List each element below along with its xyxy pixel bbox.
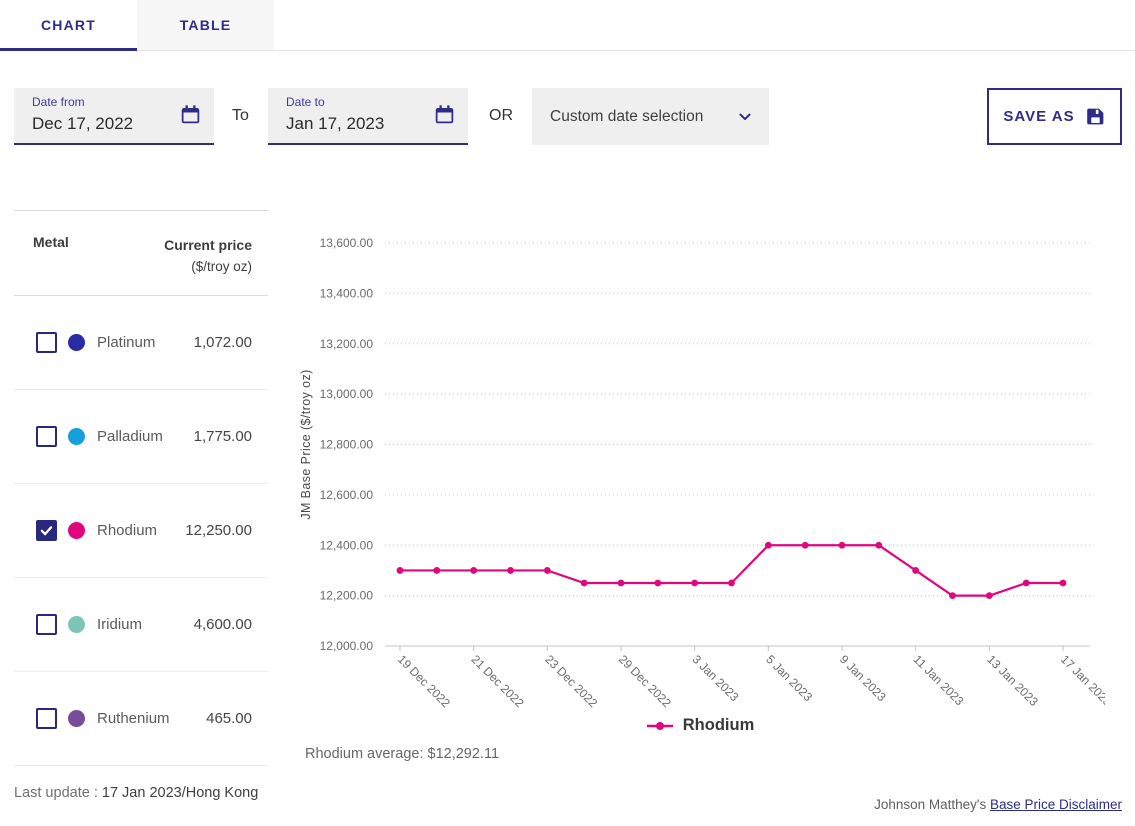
legend-label: Rhodium (683, 716, 755, 735)
metal-name: Palladium (97, 428, 163, 445)
price-line-chart: 12,000.00 12,200.00 12,400.00 12,600.00 12,8… (295, 228, 1105, 718)
platinum-checkbox[interactable] (36, 332, 57, 353)
svg-text:13 Jan 2023: 13 Jan 2023 (984, 652, 1041, 709)
disclaimer-attribution: Johnson Matthey's Base Price Disclaimer (874, 797, 1122, 812)
date-to-field[interactable]: Date to Jan 17, 2023 (268, 88, 468, 145)
rhodium-color-dot (68, 522, 85, 539)
save-as-label: SAVE AS (1003, 108, 1074, 125)
metal-row-platinum: Platinum 1,072.00 (14, 296, 268, 390)
chevron-down-icon (735, 107, 755, 127)
or-label: OR (489, 107, 513, 125)
tab-chart-label: CHART (41, 17, 96, 33)
platinum-color-dot (68, 334, 85, 351)
save-as-button[interactable]: SAVE AS (987, 88, 1122, 145)
palladium-checkbox[interactable] (36, 426, 57, 447)
svg-text:12,800.00: 12,800.00 (320, 438, 374, 452)
calendar-icon[interactable] (180, 104, 201, 125)
date-to-value: Jan 17, 2023 (286, 114, 384, 134)
svg-text:12,600.00: 12,600.00 (320, 488, 374, 502)
tab-chart[interactable]: CHART (0, 0, 137, 50)
metal-price: 465.00 (206, 710, 252, 727)
metal-name: Platinum (97, 334, 155, 351)
metal-price: 1,072.00 (194, 334, 252, 351)
date-to-label: Date to (286, 95, 325, 109)
dropdown-selected-value: Custom date selection (550, 108, 703, 126)
last-update-text: Last update : 17 Jan 2023/Hong Kong (14, 785, 258, 801)
metal-price: 4,600.00 (194, 616, 252, 633)
palladium-color-dot (68, 428, 85, 445)
tab-table-label: TABLE (180, 17, 232, 33)
svg-text:29 Dec 2022: 29 Dec 2022 (616, 652, 674, 710)
svg-text:13,600.00: 13,600.00 (320, 236, 374, 250)
svg-text:3 Jan 2023: 3 Jan 2023 (690, 652, 742, 704)
svg-text:23 Dec 2022: 23 Dec 2022 (542, 652, 600, 710)
svg-text:11 Jan 2023: 11 Jan 2023 (911, 652, 967, 708)
calendar-icon[interactable] (434, 104, 455, 125)
metal-row-palladium: Palladium 1,775.00 (14, 390, 268, 484)
metal-name: Rhodium (97, 522, 157, 539)
check-icon (38, 522, 55, 539)
metals-table: Metal Current price ($/troy oz) Platinum… (14, 210, 268, 766)
metal-price: 12,250.00 (185, 522, 252, 539)
custom-date-dropdown[interactable]: Custom date selection (532, 88, 769, 145)
svg-text:JM Base Price ($/troy oz): JM Base Price ($/troy oz) (299, 369, 313, 519)
svg-text:17 Jan 2023: 17 Jan 2023 (1058, 652, 1105, 709)
ruthenium-checkbox[interactable] (36, 708, 57, 729)
column-header-current-price: Current price ($/troy oz) (164, 234, 252, 278)
rhodium-checkbox[interactable] (36, 520, 57, 541)
metals-table-header: Metal Current price ($/troy oz) (14, 211, 268, 296)
svg-text:12,400.00: 12,400.00 (320, 538, 374, 552)
svg-text:13,400.00: 13,400.00 (320, 286, 374, 300)
average-price-text: Rhodium average: $12,292.11 (305, 746, 499, 762)
svg-text:13,200.00: 13,200.00 (320, 337, 374, 351)
column-header-metal: Metal (33, 234, 69, 250)
legend-marker-icon (646, 720, 674, 732)
base-price-disclaimer-link[interactable]: Base Price Disclaimer (990, 797, 1122, 812)
date-from-field[interactable]: Date from Dec 17, 2022 (14, 88, 214, 145)
save-icon (1085, 106, 1106, 127)
date-from-label: Date from (32, 95, 85, 109)
metal-price: 1,775.00 (194, 428, 252, 445)
metal-prices-page: CHART TABLE Date from Dec 17, 2022 To Da… (0, 0, 1135, 826)
svg-text:12,000.00: 12,000.00 (320, 639, 374, 653)
metal-row-ruthenium: Ruthenium 465.00 (14, 672, 268, 766)
svg-text:19 Dec 2022: 19 Dec 2022 (395, 652, 453, 710)
iridium-checkbox[interactable] (36, 614, 57, 635)
metal-row-iridium: Iridium 4,600.00 (14, 578, 268, 672)
metal-name: Iridium (97, 616, 142, 633)
svg-text:9 Jan 2023: 9 Jan 2023 (837, 652, 889, 704)
tab-table[interactable]: TABLE (137, 0, 274, 50)
svg-text:5 Jan 2023: 5 Jan 2023 (763, 652, 815, 704)
svg-text:12,200.00: 12,200.00 (320, 589, 374, 603)
tab-bar: CHART TABLE (0, 0, 1135, 51)
iridium-color-dot (68, 616, 85, 633)
ruthenium-color-dot (68, 710, 85, 727)
svg-text:13,000.00: 13,000.00 (320, 387, 374, 401)
to-label: To (232, 107, 249, 125)
metal-name: Ruthenium (97, 710, 170, 727)
date-from-value: Dec 17, 2022 (32, 114, 133, 134)
svg-text:21 Dec 2022: 21 Dec 2022 (469, 652, 527, 710)
chart-legend: Rhodium (295, 716, 1105, 735)
metal-row-rhodium: Rhodium 12,250.00 (14, 484, 268, 578)
